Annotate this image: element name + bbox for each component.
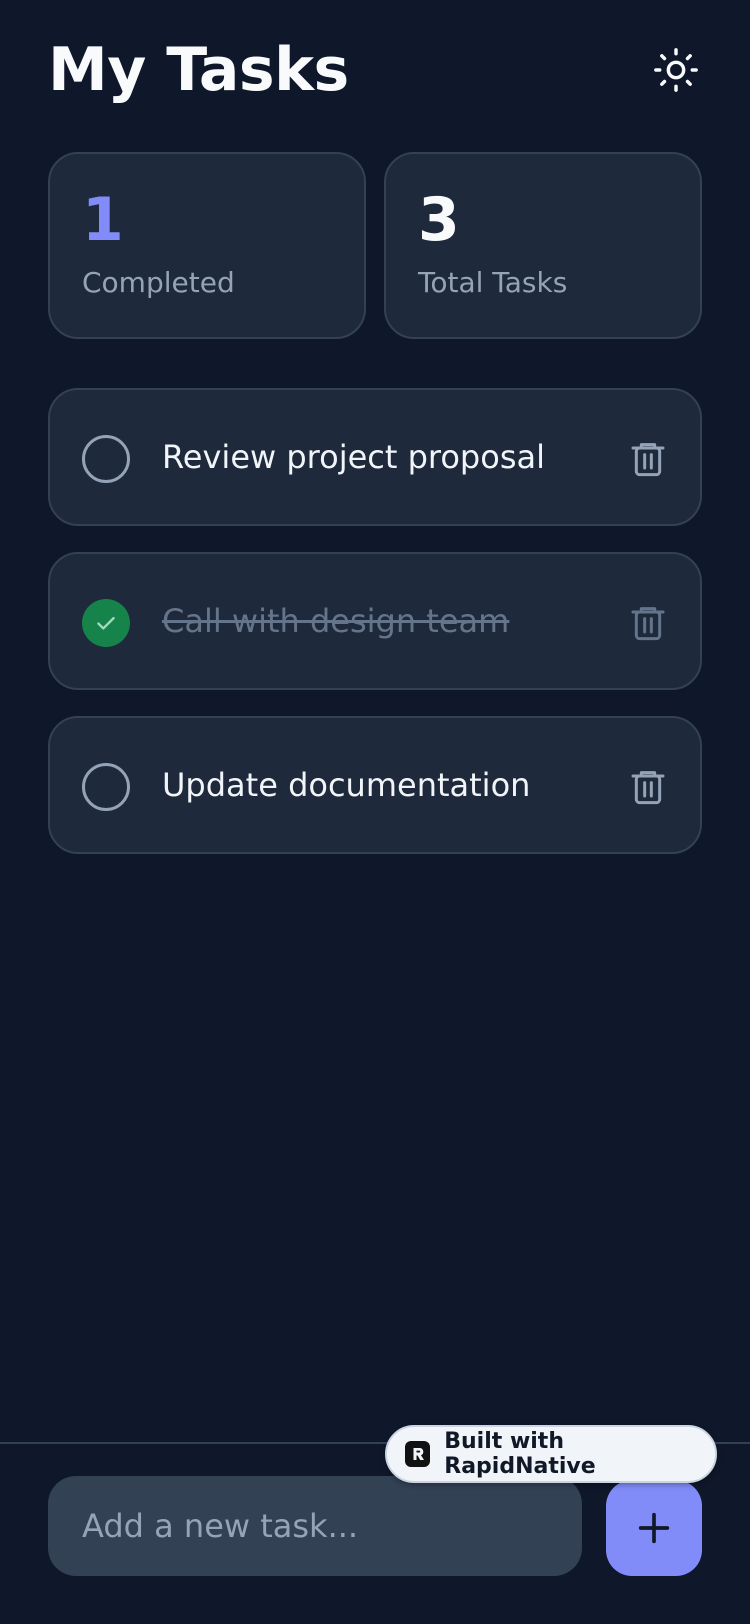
trash-icon[interactable] bbox=[628, 602, 668, 642]
task-list: Review project proposal Call with design… bbox=[48, 388, 702, 880]
task-checkbox[interactable] bbox=[82, 435, 130, 483]
task-checkbox-checked[interactable] bbox=[82, 599, 130, 647]
completed-stat-card: 1 Completed bbox=[48, 152, 366, 339]
badge-text: Built with RapidNative bbox=[444, 1429, 596, 1479]
trash-icon[interactable] bbox=[628, 438, 668, 478]
plus-icon bbox=[638, 1512, 670, 1544]
rapidnative-logo-icon bbox=[405, 1441, 431, 1467]
total-stat-card: 3 Total Tasks bbox=[384, 152, 702, 339]
theme-toggle-button[interactable] bbox=[650, 44, 702, 96]
total-count: 3 bbox=[418, 185, 460, 255]
completed-label: Completed bbox=[82, 266, 235, 299]
task-title: Update documentation bbox=[162, 766, 531, 804]
checkmark-icon bbox=[97, 616, 115, 630]
task-item[interactable]: Call with design team bbox=[48, 552, 702, 690]
new-task-input[interactable] bbox=[48, 1476, 582, 1576]
task-title: Review project proposal bbox=[162, 438, 545, 476]
built-with-badge[interactable]: Built with RapidNative bbox=[385, 1425, 717, 1483]
task-title: Call with design team bbox=[162, 602, 510, 640]
sun-icon bbox=[654, 48, 698, 92]
task-checkbox[interactable] bbox=[82, 763, 130, 811]
task-item[interactable]: Update documentation bbox=[48, 716, 702, 854]
add-task-button[interactable] bbox=[606, 1480, 702, 1576]
task-item[interactable]: Review project proposal bbox=[48, 388, 702, 526]
trash-icon[interactable] bbox=[628, 766, 668, 806]
total-label: Total Tasks bbox=[418, 266, 568, 299]
header: My Tasks bbox=[48, 30, 702, 110]
stats-row: 1 Completed 3 Total Tasks bbox=[48, 152, 702, 339]
completed-count: 1 bbox=[82, 185, 124, 255]
page-title: My Tasks bbox=[48, 35, 349, 105]
